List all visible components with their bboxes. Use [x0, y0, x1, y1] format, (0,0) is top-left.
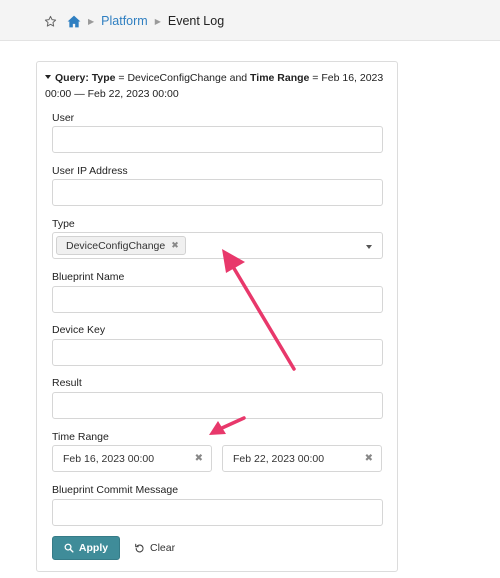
user-ip-label: User IP Address: [52, 165, 128, 177]
user-label: User: [52, 112, 75, 124]
time-range-label: Time Range: [52, 431, 109, 443]
user-input[interactable]: [52, 126, 383, 153]
caret-down-icon: [45, 75, 51, 79]
chevron-right-icon: ▶: [88, 16, 95, 26]
query-panel: Query: Type = DeviceConfigChange and Tim…: [36, 61, 398, 572]
result-label: Result: [52, 377, 82, 389]
home-icon[interactable]: [67, 15, 81, 28]
time-range-start-input[interactable]: Feb 16, 2023 00:00 ✖: [52, 445, 212, 472]
breadcrumb-platform-link[interactable]: Platform: [101, 14, 148, 28]
device-key-label: Device Key: [52, 324, 106, 336]
blueprint-name-input[interactable]: [52, 286, 383, 313]
top-bar: ▶ Platform ▶ Event Log: [0, 0, 500, 41]
time-range-end-input[interactable]: Feb 22, 2023 00:00 ✖: [222, 445, 382, 472]
user-ip-input[interactable]: [52, 179, 383, 206]
type-label: Type: [52, 218, 75, 230]
search-icon: [64, 543, 74, 553]
blueprint-name-label: Blueprint Name: [52, 271, 125, 283]
clear-end-date-icon[interactable]: ✖: [365, 453, 373, 464]
type-tag: DeviceConfigChange ✖: [56, 236, 186, 255]
remove-tag-icon[interactable]: ✖: [171, 240, 179, 251]
query-summary-toggle[interactable]: Query: Type = DeviceConfigChange and Tim…: [45, 70, 391, 102]
commit-message-label: Blueprint Commit Message: [52, 484, 179, 496]
page-title: Event Log: [167, 14, 225, 28]
breadcrumb: ▶ Platform ▶ Event Log: [44, 13, 224, 29]
star-icon[interactable]: [44, 15, 57, 28]
clear-start-date-icon[interactable]: ✖: [195, 453, 203, 464]
device-key-input[interactable]: [52, 339, 383, 366]
apply-button[interactable]: Apply: [52, 536, 120, 560]
clear-button[interactable]: Clear: [134, 536, 175, 560]
commit-message-input[interactable]: [52, 499, 383, 526]
result-input[interactable]: [52, 392, 383, 419]
caret-down-icon[interactable]: [366, 245, 372, 249]
undo-icon: [134, 543, 145, 554]
type-select[interactable]: DeviceConfigChange ✖: [52, 232, 383, 259]
chevron-right-icon: ▶: [154, 16, 161, 26]
